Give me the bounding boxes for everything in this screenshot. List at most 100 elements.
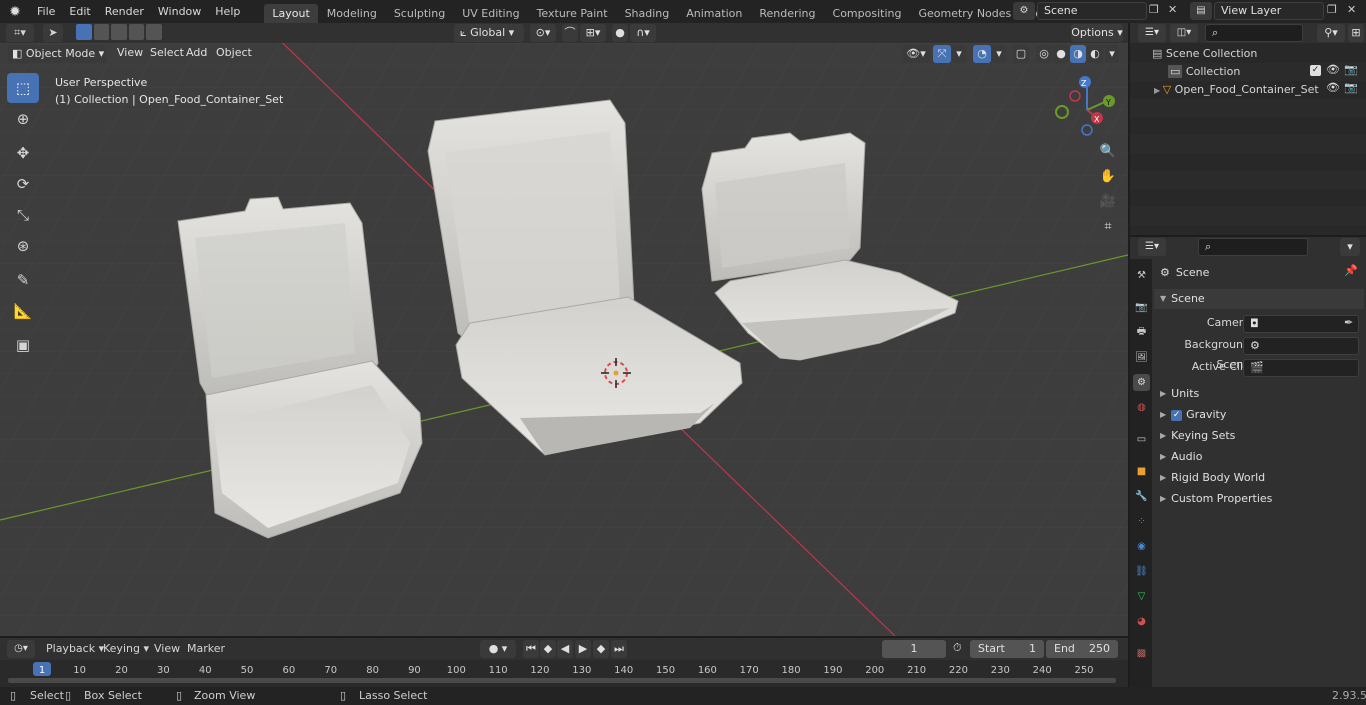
render-tab-icon[interactable]: 📷 (1133, 299, 1150, 316)
tab-rendering[interactable]: Rendering (751, 4, 823, 23)
world-tab-icon[interactable]: ◍ (1133, 399, 1150, 416)
copy-scene-icon[interactable]: ❐ (1149, 3, 1163, 19)
material-preview-icon[interactable]: ◑ (1070, 45, 1086, 63)
physics-tab-icon[interactable]: ◉ (1133, 538, 1150, 555)
prev-keyframe-icon[interactable]: ◆ (540, 640, 556, 658)
copy-view-layer-icon[interactable]: ❐ (1327, 3, 1341, 19)
outliner-search-input[interactable]: ⌕ (1205, 24, 1303, 42)
falloff-dropdown[interactable]: ∩▾ (630, 24, 656, 42)
collection-checkbox[interactable]: ✓ (1310, 65, 1321, 76)
filter-icon[interactable]: ⚲▾ (1317, 24, 1345, 42)
pan-hand-icon[interactable]: ✋ (1097, 165, 1119, 187)
scene-name-field[interactable]: Scene (1037, 2, 1147, 20)
options-button[interactable]: Options ▾ (1071, 24, 1123, 42)
select-tool-icon[interactable]: ➤ (43, 24, 63, 42)
menu-object[interactable]: Object (210, 43, 258, 63)
rigid-body-world-panel[interactable]: ▶ Rigid Body World (1160, 468, 1265, 488)
custom-properties-panel[interactable]: ▶ Custom Properties (1160, 489, 1272, 509)
zoom-icon[interactable]: 🔍 (1097, 140, 1119, 162)
menu-edit[interactable]: Edit (62, 0, 97, 23)
tab-modeling[interactable]: Modeling (319, 4, 385, 23)
view-layer-tab-icon[interactable]: 🖼 (1133, 349, 1150, 366)
properties-options-dropdown[interactable]: ▾ (1340, 238, 1360, 256)
move-icon[interactable]: ✥ (7, 138, 39, 168)
menu-render[interactable]: Render (98, 0, 151, 23)
close-view-layer-icon[interactable]: ✕ (1347, 3, 1359, 19)
particles-tab-icon[interactable]: ⁘ (1133, 513, 1150, 530)
menu-marker[interactable]: Marker (187, 642, 225, 655)
new-collection-icon[interactable]: ⊞ (1348, 24, 1364, 42)
visibility-dropdown[interactable]: 👁▾ (902, 45, 930, 63)
select-box-icon[interactable]: ⬚ (7, 73, 39, 103)
overlay-dropdown[interactable]: ▾ (992, 45, 1006, 63)
view-layer-field[interactable]: View Layer (1214, 2, 1324, 20)
annotate-icon[interactable]: ✎ (7, 265, 39, 295)
object-mode-dropdown[interactable]: ◧ Object Mode ▾ (8, 45, 106, 63)
measure-icon[interactable]: 📐 (7, 296, 39, 326)
overlay-toggle-icon[interactable]: ◔ (973, 45, 991, 63)
display-mode-icon[interactable]: ◫▾ (1170, 24, 1198, 42)
output-tab-icon[interactable]: 🖶 (1133, 324, 1150, 341)
pivot-point-dropdown[interactable]: ⊙▾ (530, 24, 556, 42)
tab-texture-paint[interactable]: Texture Paint (529, 4, 616, 23)
auto-keying-toggle[interactable]: ● ▾ (480, 640, 516, 658)
tab-compositing[interactable]: Compositing (825, 4, 910, 23)
end-frame-field[interactable]: End 250 (1046, 640, 1118, 658)
solid-shading-icon[interactable]: ● (1053, 45, 1069, 63)
view-layer-browse-icon[interactable]: ▤ (1190, 2, 1212, 20)
tab-uv-editing[interactable]: UV Editing (454, 4, 527, 23)
gizmo-toggle-icon[interactable]: ⤧ (933, 45, 951, 63)
play-icon[interactable]: ▶ (575, 640, 591, 658)
camera-field[interactable]: ◘ (1243, 315, 1359, 333)
timeline-editor-type-icon[interactable]: ◷▾ (7, 640, 35, 658)
shading-dropdown[interactable]: ▾ (1105, 45, 1119, 63)
tab-geometry-nodes[interactable]: Geometry Nodes (910, 4, 1019, 23)
wireframe-shading-icon[interactable]: ◎ (1036, 45, 1052, 63)
keying-sets-panel[interactable]: ▶ Keying Sets (1160, 426, 1235, 446)
tab-shading[interactable]: Shading (617, 4, 678, 23)
transform-orientation-dropdown[interactable]: ⟀ Global ▾ (454, 24, 524, 42)
gizmo-dropdown[interactable]: ▾ (952, 45, 966, 63)
editor-type-icon[interactable]: ⌗▾ (6, 24, 34, 42)
audio-panel[interactable]: ▶ Audio (1160, 447, 1202, 467)
scale-icon[interactable]: ⤡ (7, 200, 39, 230)
material-tab-icon[interactable]: ◕ (1133, 613, 1150, 630)
ortho-grid-icon[interactable]: ⌗ (1097, 215, 1119, 237)
constraints-tab-icon[interactable]: ⛓ (1133, 563, 1150, 580)
jump-start-icon[interactable]: ⏮ (523, 640, 539, 658)
data-tab-icon[interactable]: ▽ (1133, 588, 1150, 605)
cursor-icon[interactable]: ⊕ (7, 104, 39, 134)
object-tab-icon[interactable]: ■ (1133, 463, 1150, 480)
active-clip-field[interactable]: 🎬 (1243, 359, 1359, 377)
scene-browse-icon[interactable]: ⚙ (1013, 2, 1035, 20)
rendered-shading-icon[interactable]: ◐ (1087, 45, 1103, 63)
menu-playback[interactable]: Playback ▾ (46, 642, 104, 655)
jump-end-icon[interactable]: ⏭ (611, 640, 627, 658)
timeline-scrollbar[interactable] (8, 678, 1116, 683)
object-visibility-icon[interactable]: 👁 (1326, 81, 1340, 94)
xray-toggle-icon[interactable]: ▢ (1013, 45, 1029, 63)
start-frame-field[interactable]: Start 1 (970, 640, 1044, 658)
gravity-panel[interactable]: ▶ ✓ Gravity (1160, 405, 1226, 425)
tab-sculpting[interactable]: Sculpting (386, 4, 453, 23)
timeline-ruler[interactable]: 1 10 20 30 40 50 60 70 80 90 100 110 120 130 140 150 160… (0, 660, 1128, 687)
properties-editor-type-icon[interactable]: ☰▾ (1138, 238, 1166, 256)
proportional-edit-icon[interactable]: ● (612, 24, 628, 42)
collection-visibility-icon[interactable]: 👁 (1326, 63, 1340, 76)
select-extend-icon[interactable] (93, 24, 110, 40)
collection-tab-icon[interactable]: ▭ (1133, 431, 1150, 448)
menu-keying[interactable]: Keying ▾ (103, 642, 149, 655)
object-render-icon[interactable]: 📷 (1344, 81, 1358, 94)
rotate-icon[interactable]: ⟳ (7, 169, 39, 199)
snap-target-dropdown[interactable]: ⊞▾ (580, 24, 606, 42)
select-subtract-icon[interactable] (111, 24, 127, 40)
next-keyframe-icon[interactable]: ◆ (593, 640, 609, 658)
stopwatch-icon[interactable]: ⏱ (953, 641, 962, 655)
select-invert-icon[interactable] (128, 24, 145, 40)
scene-tab-icon[interactable]: ⚙ (1133, 374, 1150, 391)
menu-view-timeline[interactable]: View (154, 642, 180, 655)
pin-icon[interactable]: 📌 (1344, 264, 1358, 277)
menu-help[interactable]: Help (208, 0, 247, 23)
current-frame-field[interactable]: 1 (882, 640, 946, 658)
camera-view-icon[interactable]: 🎥 (1097, 190, 1119, 212)
